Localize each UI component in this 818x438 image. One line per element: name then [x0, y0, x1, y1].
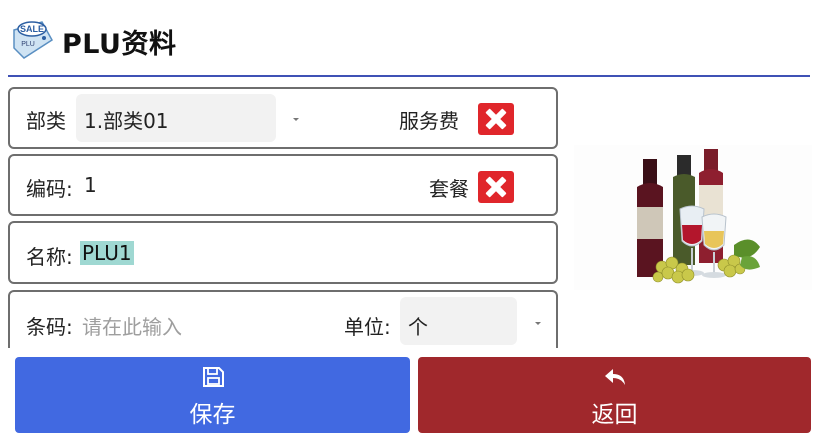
sale-tag-logo: SALE PLU — [8, 18, 58, 62]
unit-label: 单位: — [344, 315, 391, 339]
name-input[interactable]: PLU1 — [80, 241, 134, 265]
combo-label: 套餐 — [429, 177, 469, 201]
name-row[interactable]: 名称: PLU1 — [8, 221, 558, 284]
category-label: 部类 — [26, 109, 66, 133]
save-button[interactable]: 保存 — [15, 357, 410, 433]
service-fee-label: 服务费 — [399, 109, 459, 133]
unit-value: 个 — [408, 315, 428, 339]
code-value[interactable]: 1 — [84, 173, 97, 197]
page-title: PLU资料 — [62, 29, 177, 60]
header: SALE PLU PLU资料 — [0, 0, 818, 78]
save-icon — [200, 365, 226, 389]
save-button-label: 保存 — [189, 402, 236, 428]
chevron-down-icon[interactable] — [535, 322, 541, 325]
product-image[interactable] — [574, 145, 812, 290]
code-row: 编码: 1 套餐 — [8, 154, 558, 216]
chevron-down-icon[interactable] — [293, 118, 299, 121]
barcode-input[interactable]: 请在此输入 — [82, 311, 182, 340]
barcode-row: 条码: 请在此输入 单位: 个 — [8, 290, 558, 348]
category-select[interactable]: 1.部类01 — [76, 94, 276, 142]
barcode-label: 条码: — [26, 315, 73, 339]
svg-text:PLU: PLU — [21, 41, 35, 48]
name-label: 名称: — [26, 245, 73, 269]
back-button-label: 返回 — [591, 402, 638, 428]
category-value: 1.部类01 — [84, 109, 169, 133]
reply-arrow-icon — [602, 365, 628, 389]
unit-select[interactable]: 个 — [400, 297, 517, 345]
header-divider — [8, 75, 810, 77]
svg-text:SALE: SALE — [20, 24, 44, 34]
back-button[interactable]: 返回 — [418, 357, 811, 433]
category-row: 部类 1.部类01 服务费 — [8, 87, 558, 149]
combo-checkbox[interactable] — [478, 171, 514, 203]
service-fee-checkbox[interactable] — [478, 103, 514, 135]
wine-bottles-image — [637, 149, 760, 284]
code-label: 编码: — [26, 177, 73, 201]
